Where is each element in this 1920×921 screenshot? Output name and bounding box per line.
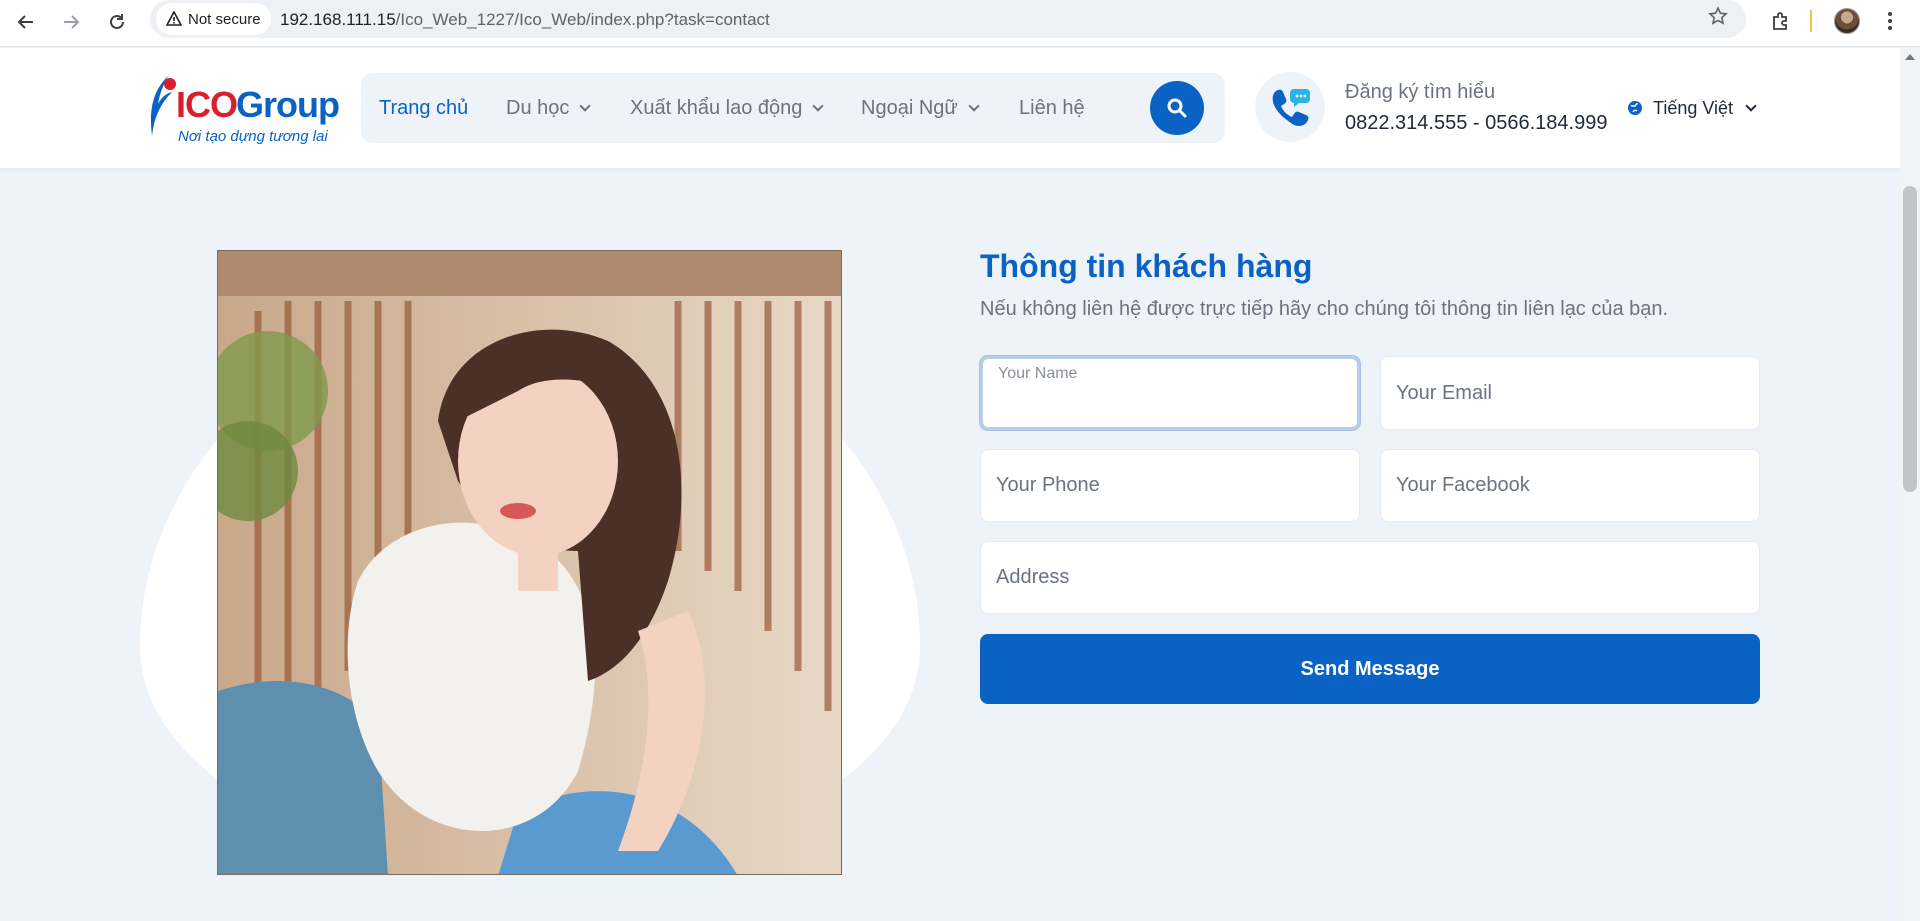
bookmark-star-icon[interactable] (1708, 6, 1728, 32)
profile-avatar[interactable] (1832, 6, 1862, 36)
form-title: Thông tin khách hàng (980, 248, 1313, 284)
nav-item-languages[interactable]: Ngoại Ngữ (861, 73, 980, 143)
kebab-menu-icon[interactable] (1880, 6, 1900, 36)
forward-icon[interactable] (55, 6, 87, 38)
nav-item-labor-export[interactable]: Xuất khẩu lao động (630, 73, 825, 143)
back-icon[interactable] (10, 6, 42, 38)
register-label: Đăng ký tìm hiểu (1345, 81, 1496, 103)
search-button[interactable] (1150, 81, 1204, 135)
send-message-button[interactable]: Send Message (980, 634, 1760, 704)
url-path: /Ico_Web_1227/Ico_Web/index.php?task=con… (395, 10, 770, 29)
nav-item-contact[interactable]: Liên hệ (1019, 73, 1085, 143)
phone-badge (1255, 72, 1325, 142)
extensions-icon[interactable] (1766, 6, 1796, 36)
phone-icon (1272, 89, 1310, 126)
chevron-down-icon (1745, 100, 1757, 112)
browser-toolbar: Not secure 192.168.111.15/Ico_Web_1227/I… (0, 0, 1920, 47)
language-selector[interactable]: Tiếng Việt (1627, 96, 1757, 120)
language-label: Tiếng Việt (1653, 97, 1734, 118)
nav-item-label: Trang chủ (379, 96, 469, 119)
hotline-numbers[interactable]: 0822.314.555 - 0566.184.999 (1345, 112, 1607, 135)
chevron-down-icon (812, 100, 825, 112)
logo-flame-icon (150, 76, 176, 136)
main-nav: Trang chủ Du học Xuất khẩu lao động Ngoạ… (361, 73, 1225, 143)
chevron-down-icon (579, 100, 592, 112)
address-bar[interactable]: Not secure 192.168.111.15/Ico_Web_1227/I… (150, 0, 1746, 38)
warning-icon (166, 11, 182, 26)
phone-field[interactable] (980, 449, 1360, 522)
site-info-chip[interactable]: Not secure (156, 3, 271, 35)
logo-text-group: Group (236, 84, 340, 125)
photo-illustration (218, 251, 841, 874)
form-subtitle: Nếu không liên hệ được trực tiếp hãy cho… (980, 298, 1669, 320)
url-host: 192.168.111.15 (280, 10, 396, 29)
nav-item-study-abroad[interactable]: Du học (506, 73, 592, 143)
page-scrollbar[interactable] (1900, 48, 1920, 921)
email-field[interactable] (1380, 356, 1760, 430)
scroll-up-icon[interactable] (1905, 54, 1915, 60)
nav-item-label: Xuất khẩu lao động (630, 96, 803, 119)
reload-icon[interactable] (101, 6, 133, 38)
url-text: 192.168.111.15/Ico_Web_1227/Ico_Web/inde… (280, 10, 770, 30)
nav-item-label: Liên hệ (1019, 96, 1085, 119)
secure-label: Not secure (188, 10, 261, 28)
scroll-thumb[interactable] (1903, 186, 1917, 492)
facebook-field[interactable] (1380, 449, 1760, 522)
contact-photo (217, 250, 842, 875)
logo-text-ico: ICO (176, 84, 238, 125)
logo[interactable]: ICO Group Nơi tạo dựng tương lai (146, 70, 340, 146)
toolbar-separator (1810, 10, 1812, 32)
globe-icon (1628, 101, 1642, 115)
name-field[interactable] (980, 356, 1360, 430)
nav-item-label: Ngoại Ngữ (861, 96, 958, 119)
nav-item-label: Du học (506, 96, 570, 119)
chevron-down-icon (968, 100, 980, 112)
address-field[interactable] (980, 541, 1760, 614)
logo-tagline: Nơi tạo dựng tương lai (178, 128, 328, 145)
search-icon (1167, 98, 1187, 118)
avatar (1834, 8, 1860, 34)
nav-item-home[interactable]: Trang chủ (379, 73, 468, 143)
site-header: ICO Group Nơi tạo dựng tương lai Trang c… (0, 48, 1900, 168)
